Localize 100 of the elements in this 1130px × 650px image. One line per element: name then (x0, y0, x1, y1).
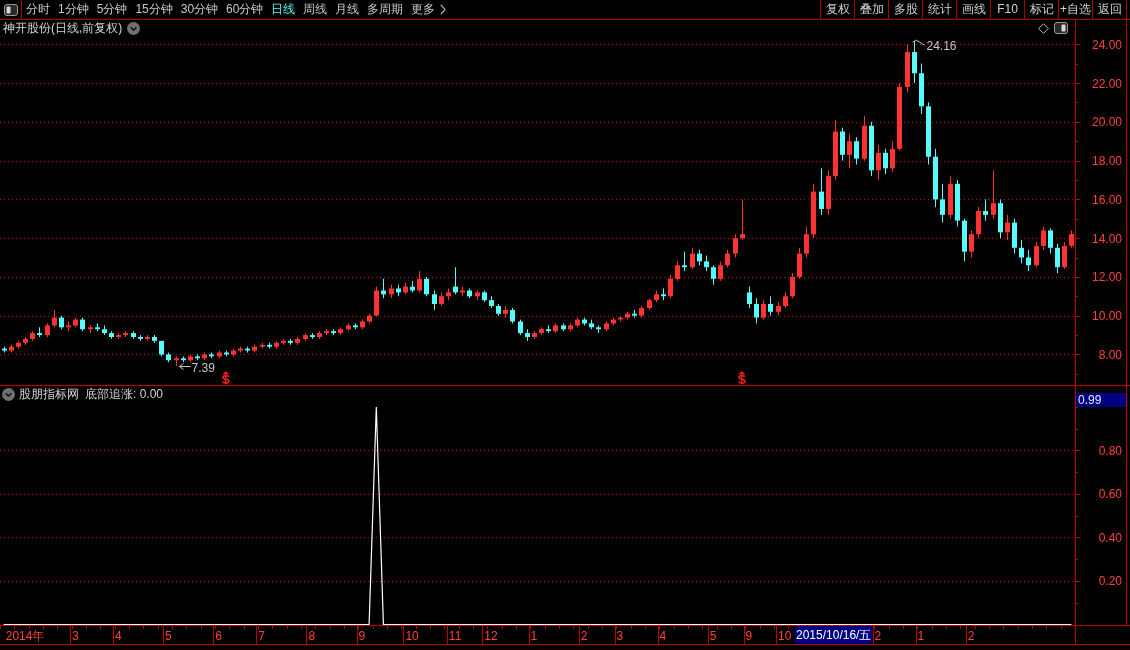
candlestick (324, 328, 329, 336)
chevron-circle-icon[interactable] (2, 387, 15, 401)
axis-label: 2 (874, 629, 882, 643)
candlestick (854, 136, 859, 165)
candlestick (109, 330, 114, 340)
candlestick (862, 115, 867, 162)
candlestick (73, 317, 78, 328)
candlestick (123, 330, 128, 338)
candlestick (202, 352, 207, 361)
candlestick (675, 260, 680, 282)
candlestick (625, 311, 630, 321)
candlestick (303, 332, 308, 342)
candlestick (145, 334, 150, 342)
candlestick (840, 127, 845, 162)
candlestick (159, 340, 164, 357)
candlestick (1055, 243, 1060, 274)
candlestick (1062, 241, 1067, 270)
axis-label: 1 (530, 629, 538, 643)
candlestick (690, 247, 695, 270)
candlestick (95, 322, 100, 332)
candlestick (776, 301, 781, 317)
axis-label: 8.00 (1098, 347, 1122, 362)
candlestick (740, 198, 745, 241)
candlestick (52, 309, 57, 328)
candlestick (568, 322, 573, 332)
candlestick (682, 251, 687, 272)
candlestick (224, 350, 229, 357)
candlestick (647, 297, 652, 311)
candlestick (790, 272, 795, 299)
candlestick (761, 299, 766, 321)
candlestick (933, 148, 938, 208)
candlestick (245, 346, 250, 353)
candlestick (274, 340, 279, 350)
candlestick (804, 226, 809, 258)
candlestick (59, 315, 64, 330)
indicator-name: 股朋指标网 (19, 386, 79, 402)
candlestick (174, 355, 179, 367)
candlestick (833, 119, 838, 181)
candlestick (697, 249, 702, 266)
candlestick (919, 63, 924, 115)
candlestick (80, 317, 85, 332)
candlestick (546, 324, 551, 334)
candlestick (611, 317, 616, 326)
candlestick (539, 326, 544, 336)
axis-label: 7 (258, 629, 265, 643)
candlestick (166, 352, 171, 363)
candlestick (991, 169, 996, 220)
candlestick (217, 350, 222, 359)
candlestick (16, 340, 21, 350)
candlestick (116, 332, 121, 340)
candlestick (905, 43, 910, 94)
candlestick (596, 324, 601, 334)
candlestick (331, 328, 336, 336)
candlestick (826, 169, 831, 216)
panel-toggle-icon[interactable] (1054, 22, 1068, 34)
candlestick (188, 353, 193, 363)
candlestick (618, 315, 623, 322)
candlestick (475, 290, 480, 301)
candlestick (310, 332, 315, 340)
candlestick (639, 305, 644, 319)
axis-label: 0.60 (1098, 487, 1122, 502)
candlestick (30, 330, 35, 342)
axis-label: 10 (778, 629, 792, 643)
candlestick (295, 336, 300, 346)
candlestick (589, 319, 594, 330)
candlestick (1069, 229, 1074, 249)
candlestick (847, 132, 852, 169)
candlestick (869, 121, 874, 177)
candlestick (252, 344, 257, 353)
candlestick (582, 317, 587, 326)
candlestick (890, 140, 895, 173)
toolbar-button[interactable]: +自选 (1058, 0, 1092, 19)
candlestick (446, 288, 451, 301)
chevron-circle-icon[interactable] (127, 21, 141, 35)
candlestick (482, 290, 487, 303)
candlestick (783, 291, 788, 309)
candlestick (883, 148, 888, 175)
candlestick (1012, 218, 1017, 255)
candlestick (503, 305, 508, 319)
axis-label: 5 (709, 629, 717, 643)
diamond-icon[interactable] (1038, 22, 1049, 34)
candlestick (561, 322, 566, 332)
candlestick (553, 322, 558, 334)
candlestick (1026, 249, 1031, 272)
candlestick (374, 286, 379, 317)
candlestick (66, 321, 71, 332)
candlestick (460, 286, 465, 297)
candlestick (733, 233, 738, 258)
axis-label: 9 (745, 629, 753, 643)
candlestick (754, 297, 759, 324)
candlestick (152, 334, 157, 344)
candlestick (346, 322, 351, 332)
candlestick (338, 326, 343, 336)
candlestick (88, 324, 93, 334)
candlestick (288, 338, 293, 346)
candlestick (9, 344, 14, 353)
candlestick (704, 255, 709, 272)
candlestick (969, 229, 974, 258)
axis-label: 8 (308, 629, 316, 643)
axis-label: 0.40 (1098, 530, 1122, 545)
